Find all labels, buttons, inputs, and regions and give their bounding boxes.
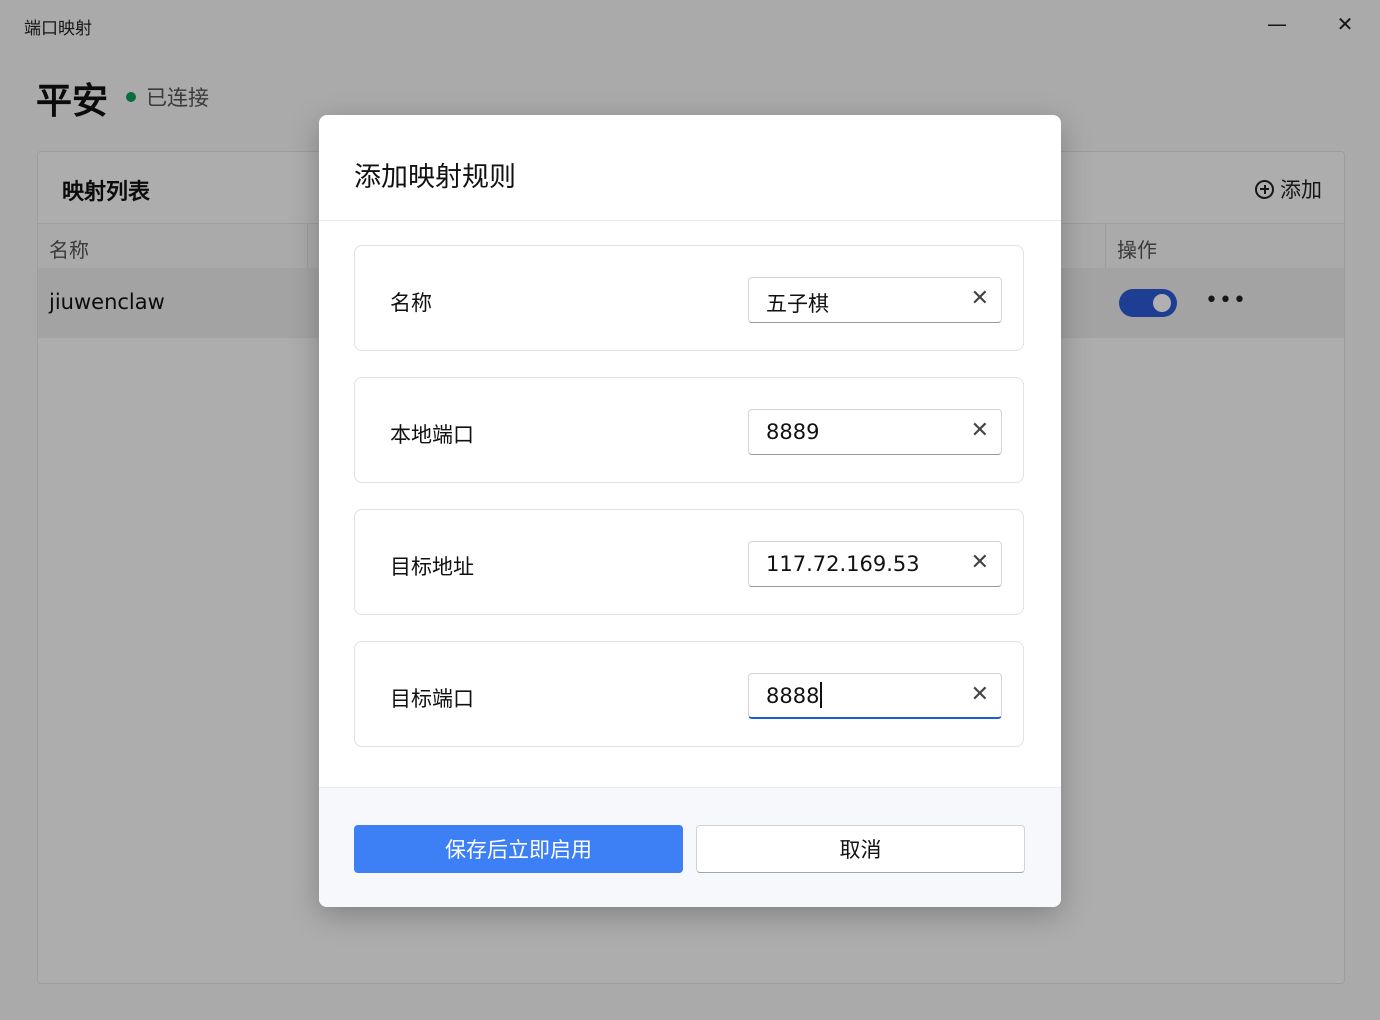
target-port-input[interactable]: 8888 ✕ — [748, 673, 1002, 719]
text-caret — [820, 682, 823, 708]
dialog-footer: 保存后立即启用 取消 — [319, 787, 1061, 907]
field-label: 本地端口 — [390, 423, 474, 447]
field-card-local-port: 本地端口 8889 ✕ — [354, 377, 1024, 483]
field-label: 名称 — [390, 291, 432, 315]
input-value: 8889 — [766, 420, 820, 444]
input-value: 117.72.169.53 — [766, 552, 920, 576]
field-card-target-port: 目标端口 8888 ✕ — [354, 641, 1024, 747]
field-card-target-address: 目标地址 117.72.169.53 ✕ — [354, 509, 1024, 615]
clear-icon[interactable]: ✕ — [971, 550, 989, 576]
target-address-input[interactable]: 117.72.169.53 ✕ — [748, 541, 1002, 587]
clear-icon[interactable]: ✕ — [971, 682, 989, 708]
clear-icon[interactable]: ✕ — [971, 286, 989, 312]
cancel-button[interactable]: 取消 — [696, 825, 1025, 873]
name-input[interactable]: 五子棋 ✕ — [748, 277, 1002, 323]
clear-icon[interactable]: ✕ — [971, 418, 989, 444]
local-port-input[interactable]: 8889 ✕ — [748, 409, 1002, 455]
save-and-enable-button[interactable]: 保存后立即启用 — [354, 825, 683, 873]
divider — [319, 220, 1061, 221]
field-label: 目标地址 — [390, 555, 474, 579]
add-mapping-dialog: 添加映射规则 名称 五子棋 ✕ 本地端口 8889 ✕ 目标地址 117.72.… — [319, 115, 1061, 907]
input-value-wrapper: 8888 — [766, 682, 823, 710]
field-label: 目标端口 — [390, 687, 474, 711]
field-card-name: 名称 五子棋 ✕ — [354, 245, 1024, 351]
input-value: 五子棋 — [766, 292, 829, 316]
dialog-title: 添加映射规则 — [354, 162, 516, 193]
input-value: 8888 — [766, 684, 820, 708]
